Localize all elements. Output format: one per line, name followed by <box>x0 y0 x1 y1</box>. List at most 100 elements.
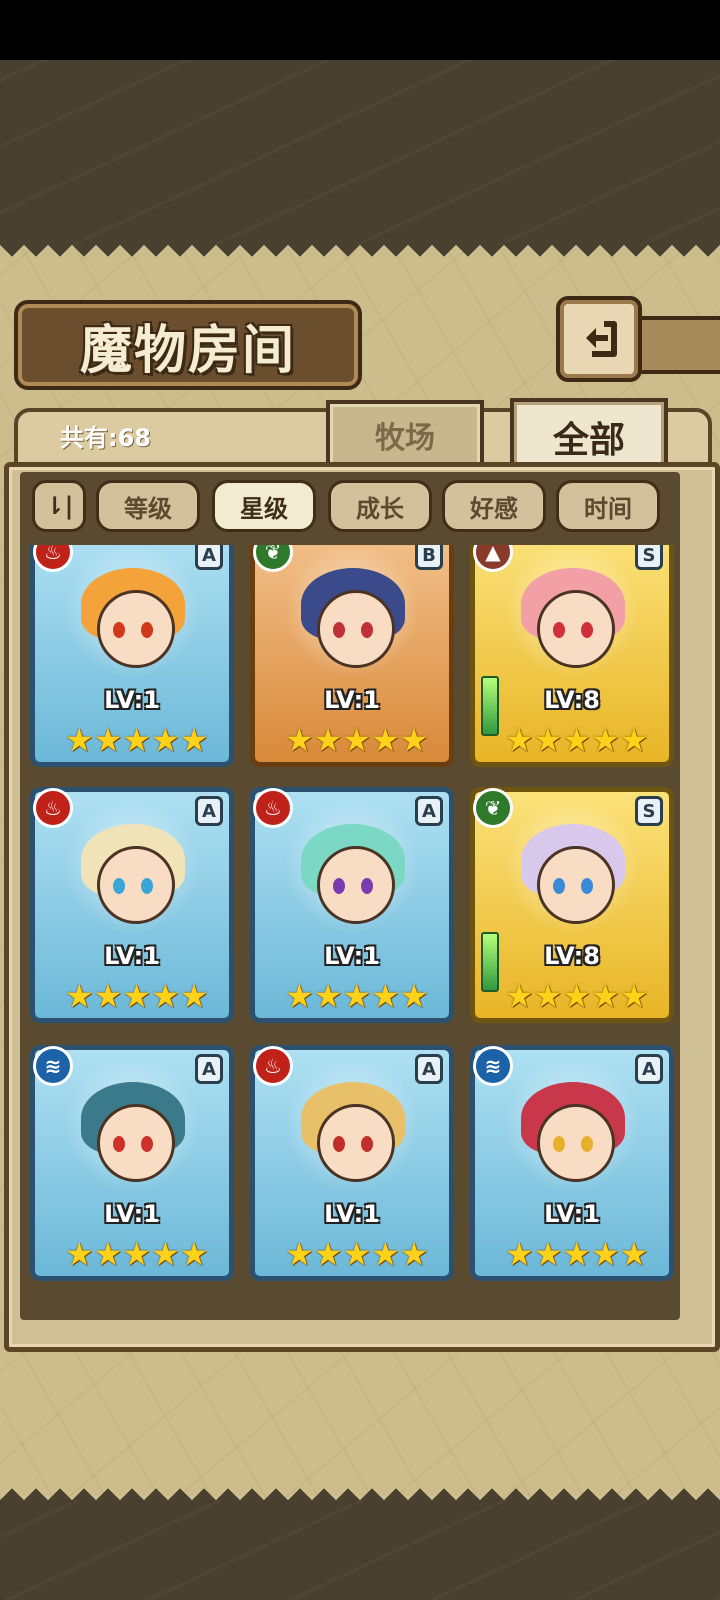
star-icon: ★ <box>505 1235 534 1273</box>
star-icon: ★ <box>342 1235 372 1273</box>
monster-face <box>97 590 175 668</box>
monster-face <box>537 846 615 924</box>
page-title: 魔物房间 <box>79 319 296 381</box>
monster-eye <box>141 878 153 894</box>
monster-level: LV:1 <box>104 1200 160 1228</box>
star-icon: ★ <box>619 721 649 759</box>
monster-portrait <box>49 806 215 956</box>
monster-card[interactable]: ❦ B LV:1 ★ ★ ★ ★ ★ <box>250 545 454 767</box>
monster-eye <box>581 878 593 894</box>
monster-card[interactable]: ♨ A LV:1 ★ ★ ★ ★ ★ <box>250 787 454 1023</box>
star-icon: ★ <box>93 977 123 1015</box>
monster-card[interactable]: ♨ A LV:1 ★ ★ ★ ★ ★ <box>30 787 234 1023</box>
star-icon: ★ <box>122 1235 152 1273</box>
monster-level: LV:1 <box>324 942 380 970</box>
sort-by-growth-button[interactable]: 成长 <box>328 480 432 532</box>
star-icon: ★ <box>151 1235 180 1273</box>
monster-level: LV:1 <box>324 686 380 714</box>
star-icon: ★ <box>313 1235 343 1273</box>
monster-face <box>317 846 395 924</box>
torn-edge-top <box>0 245 720 269</box>
sort-by-time-button[interactable]: 时间 <box>556 480 660 532</box>
monster-eye <box>333 1136 345 1152</box>
monster-portrait <box>269 806 435 956</box>
sort-by-level-button[interactable]: 等级 <box>96 480 200 532</box>
star-icon: ★ <box>591 721 620 759</box>
star-icon: ★ <box>562 1235 592 1273</box>
star-rating: ★ ★ ★ ★ ★ <box>505 1235 648 1273</box>
tab-ranch[interactable]: 牧场 <box>326 400 484 470</box>
monster-card[interactable]: ♨ A LV:1 ★ ★ ★ ★ ★ <box>30 545 234 767</box>
page-title-plate: 魔物房间 <box>14 300 362 390</box>
monster-eye <box>333 878 345 894</box>
star-icon: ★ <box>179 977 209 1015</box>
monster-level: LV:8 <box>544 686 600 714</box>
rank-badge: A <box>195 796 223 826</box>
monster-face <box>317 590 395 668</box>
star-icon: ★ <box>285 721 314 759</box>
monster-level: LV:1 <box>324 1200 380 1228</box>
rank-badge: A <box>415 796 443 826</box>
sort-by-affection-button[interactable]: 好感 <box>442 480 546 532</box>
star-rating: ★ ★ ★ ★ ★ <box>285 977 428 1015</box>
monster-card[interactable]: ≋ A LV:1 ★ ★ ★ ★ ★ <box>470 1045 674 1281</box>
star-icon: ★ <box>65 977 94 1015</box>
star-icon: ★ <box>399 1235 429 1273</box>
monster-level: LV:1 <box>104 686 160 714</box>
star-icon: ★ <box>122 721 152 759</box>
monster-eye <box>333 622 345 638</box>
monster-face <box>97 846 175 924</box>
monster-eye <box>361 878 373 894</box>
star-rating: ★ ★ ★ ★ ★ <box>65 721 208 759</box>
star-icon: ★ <box>591 1235 620 1273</box>
star-icon: ★ <box>591 977 620 1015</box>
star-icon: ★ <box>342 977 372 1015</box>
star-icon: ★ <box>619 977 649 1015</box>
monster-face <box>537 590 615 668</box>
rank-badge: A <box>635 1054 663 1084</box>
star-icon: ★ <box>619 1235 649 1273</box>
star-icon: ★ <box>505 977 534 1015</box>
monster-eye <box>141 1136 153 1152</box>
star-icon: ★ <box>179 721 209 759</box>
star-icon: ★ <box>122 977 152 1015</box>
monster-card[interactable]: ≋ A LV:1 ★ ★ ★ ★ ★ <box>30 1045 234 1281</box>
leaf-icon: ❦ <box>473 788 513 828</box>
star-icon: ★ <box>179 1235 209 1273</box>
monster-portrait <box>49 1064 215 1214</box>
flame-icon: ♨ <box>253 1046 293 1086</box>
monster-grid[interactable]: ♨ A LV:1 ★ ★ ★ ★ ★ ❦ B LV:1 ★ ★ ★ ★ ★ ▲ S LV:8 ★ ★ ★ ★ ★ ♨ A LV:1 ★… <box>30 545 680 1315</box>
water-wave-icon: ≋ <box>473 1046 513 1086</box>
star-icon: ★ <box>285 977 314 1015</box>
monster-eye <box>113 622 125 638</box>
rank-badge: S <box>635 545 663 570</box>
monster-card[interactable]: ♨ A LV:1 ★ ★ ★ ★ ★ <box>250 1045 454 1281</box>
monster-eye <box>113 1136 125 1152</box>
monster-portrait <box>269 550 435 700</box>
monster-eye <box>141 622 153 638</box>
torn-edge-bottom <box>0 1476 720 1500</box>
sort-by-star-button[interactable]: 星级 <box>212 480 316 532</box>
star-icon: ★ <box>533 977 563 1015</box>
sort-order-icon: ⇂| <box>44 492 74 520</box>
rank-badge: A <box>195 1054 223 1084</box>
star-icon: ★ <box>285 1235 314 1273</box>
sort-order-toggle[interactable]: ⇂| <box>32 480 86 532</box>
monster-eye <box>553 622 565 638</box>
monster-level: LV:1 <box>544 1200 600 1228</box>
monster-portrait <box>269 1064 435 1214</box>
back-button[interactable] <box>556 296 642 382</box>
monster-eye <box>361 1136 373 1152</box>
monster-eye <box>553 1136 565 1152</box>
star-icon: ★ <box>65 1235 94 1273</box>
monster-eye <box>113 878 125 894</box>
star-icon: ★ <box>562 977 592 1015</box>
monster-card[interactable]: ▲ S LV:8 ★ ★ ★ ★ ★ <box>470 545 674 767</box>
star-icon: ★ <box>151 977 180 1015</box>
star-icon: ★ <box>313 721 343 759</box>
rank-badge: S <box>635 796 663 826</box>
monster-portrait <box>49 550 215 700</box>
return-arrow-icon <box>586 321 617 357</box>
star-icon: ★ <box>533 721 563 759</box>
monster-card[interactable]: ❦ S LV:8 ★ ★ ★ ★ ★ <box>470 787 674 1023</box>
